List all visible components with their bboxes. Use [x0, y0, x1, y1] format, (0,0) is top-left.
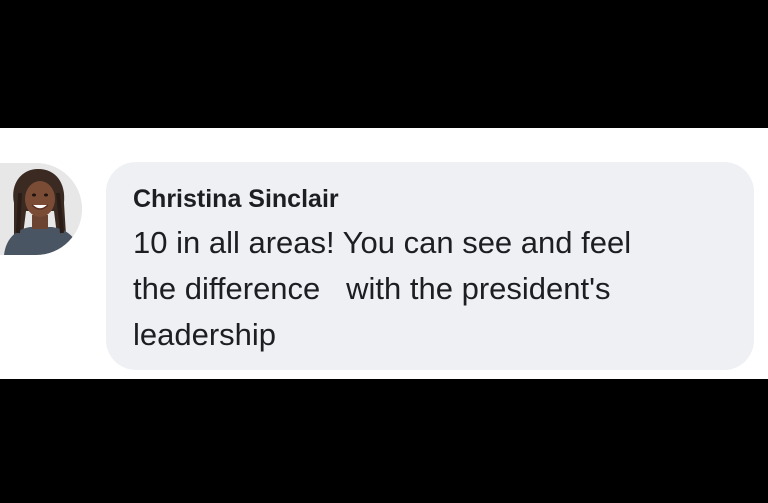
comment-bubble[interactable]: Christina Sinclair 10 in all areas! You … [106, 162, 754, 370]
screenshot-frame: Christina Sinclair 10 in all areas! You … [0, 0, 768, 503]
comment-text: 10 in all areas! You can see and feel the… [133, 220, 743, 358]
comment-author-name[interactable]: Christina Sinclair [133, 184, 728, 214]
comment-text-line-2: the difference with the president's [133, 271, 611, 306]
comment-text-line-1: 10 in all areas! You can see and feel [133, 225, 632, 260]
comment-text-line-3: leadership [133, 317, 277, 352]
